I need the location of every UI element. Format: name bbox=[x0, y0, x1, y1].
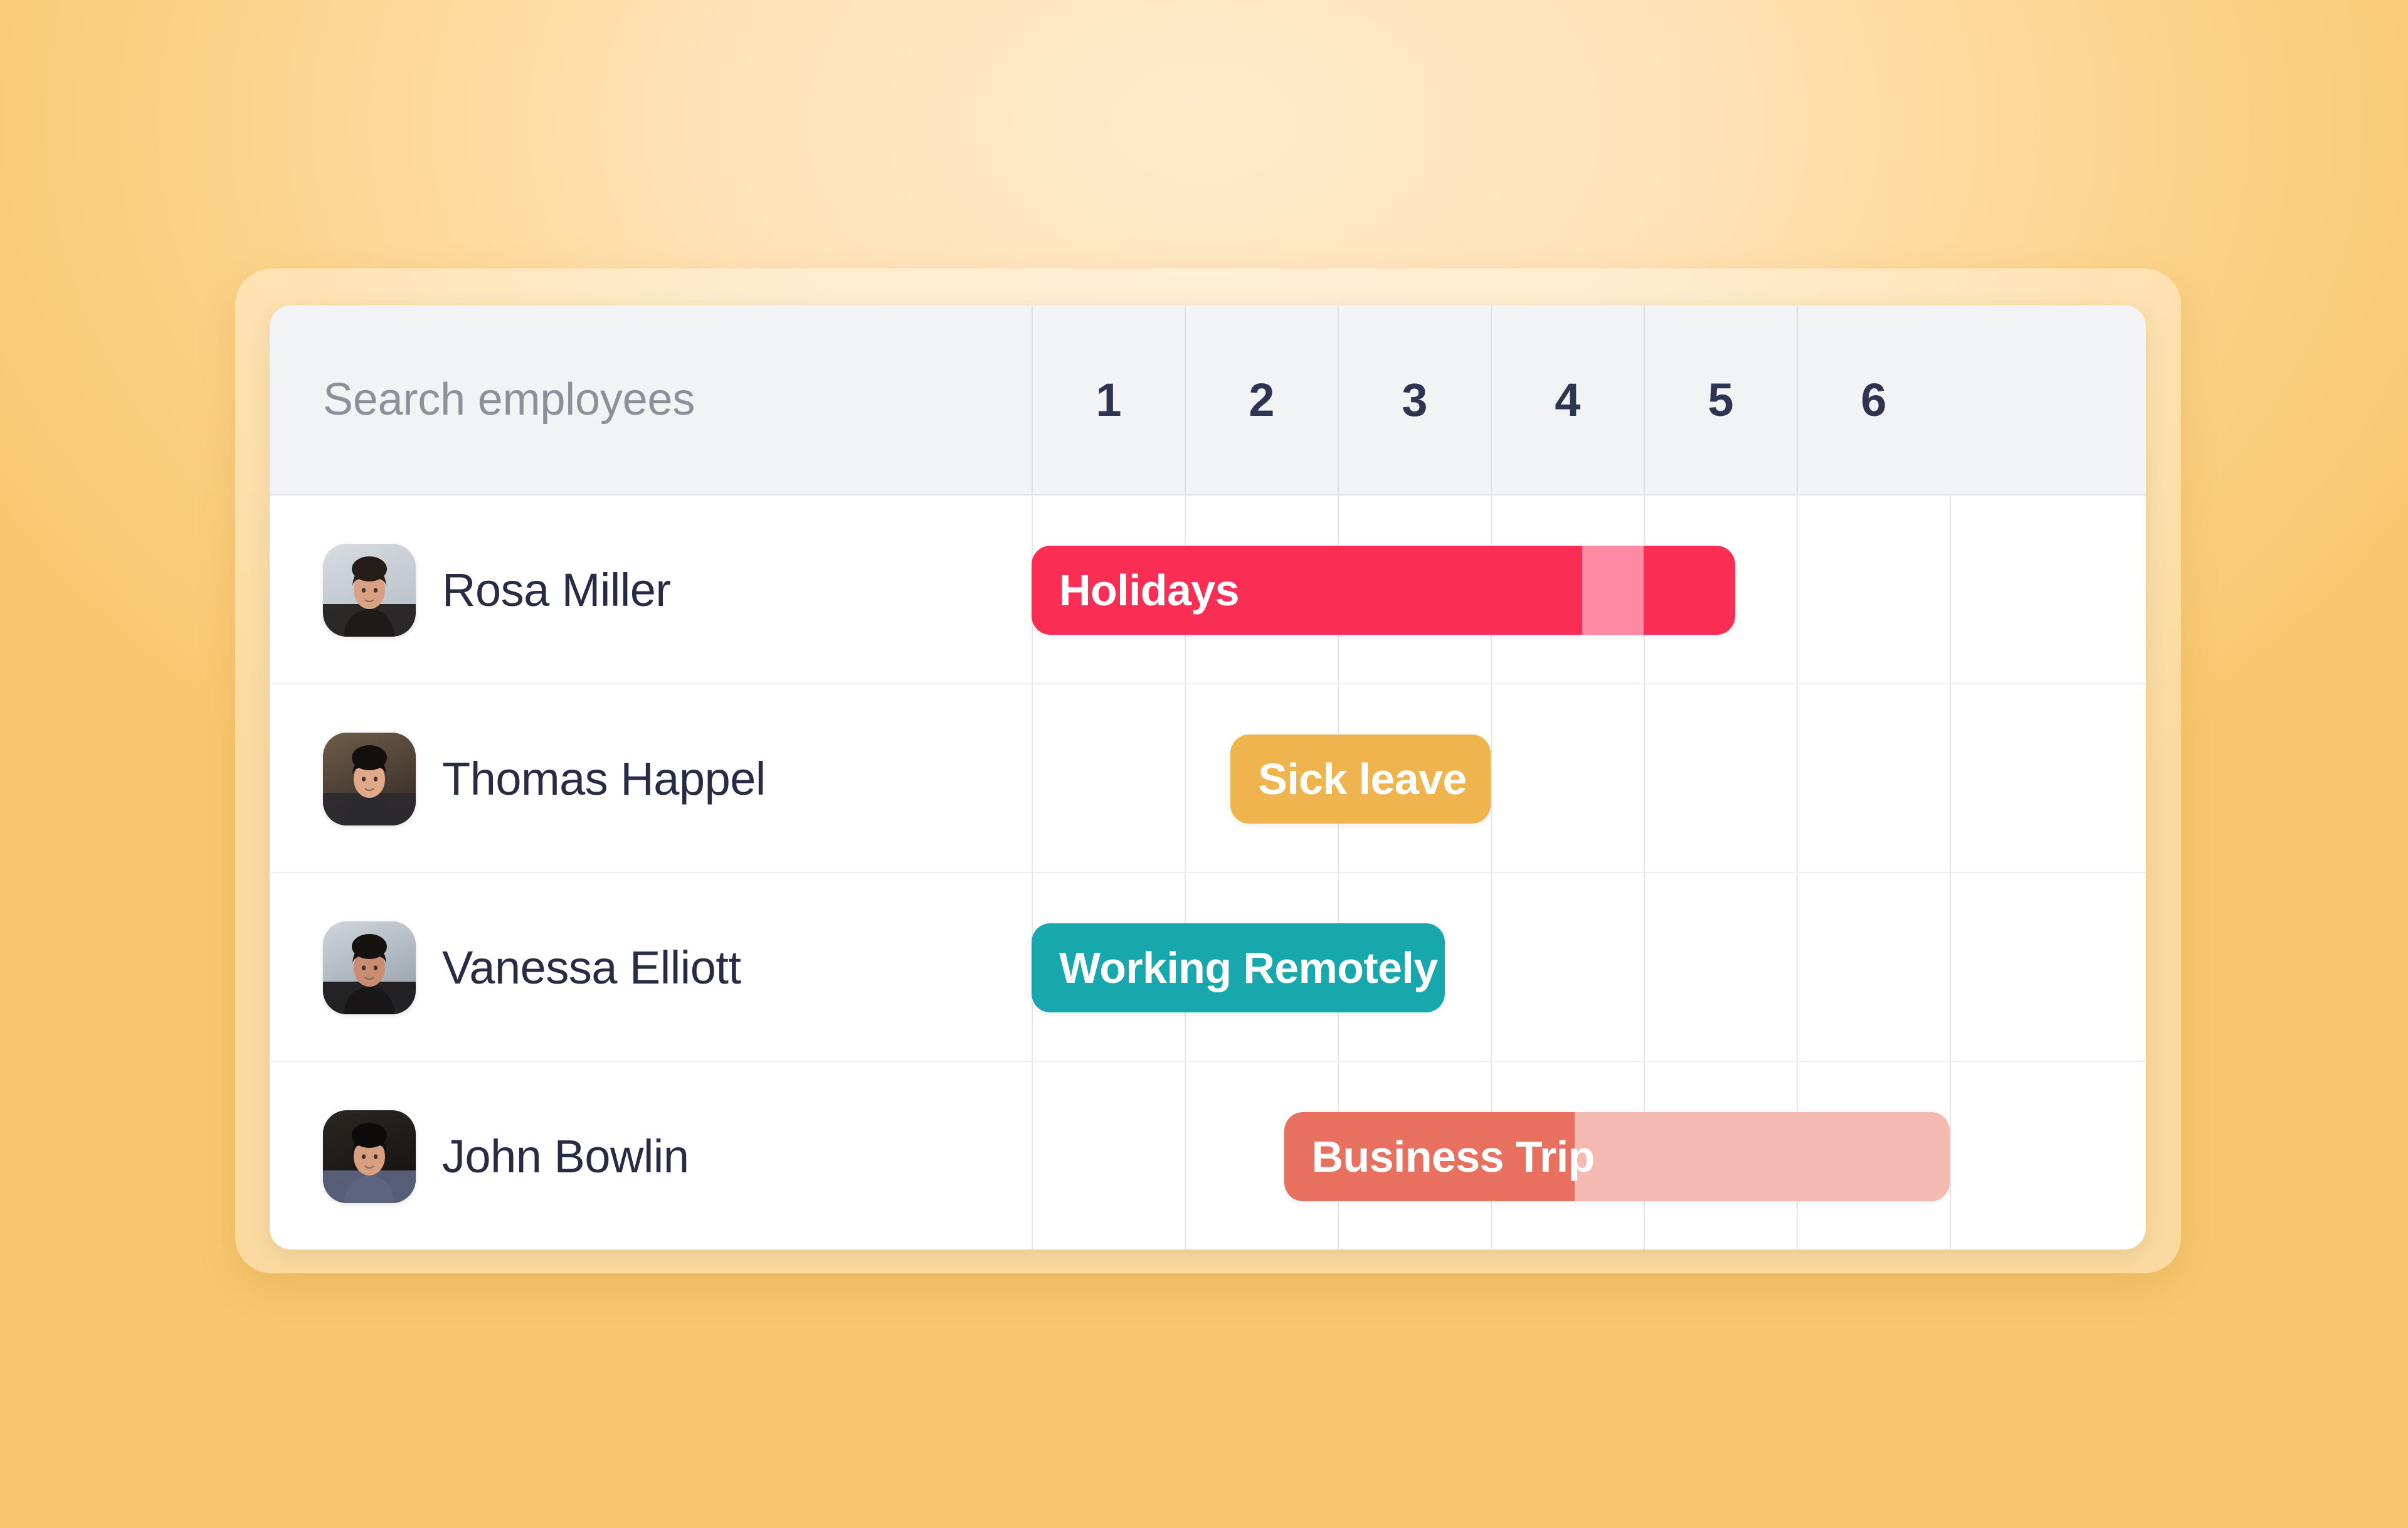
table-row[interactable]: Vanessa Elliott Working Remotely bbox=[270, 873, 2146, 1062]
event-label: Business Trip bbox=[1312, 1112, 1595, 1201]
event-segment-light bbox=[1582, 546, 1644, 635]
employee-name: Rosa Miller bbox=[442, 563, 671, 617]
avatar-rosa-miller bbox=[323, 544, 416, 637]
table-row[interactable]: Thomas Happel Sick leave bbox=[270, 684, 2146, 873]
search-input[interactable]: Search employees bbox=[323, 305, 695, 494]
schedule-event-pill[interactable]: Sick leave bbox=[1230, 735, 1491, 824]
event-label: Working Remotely bbox=[1059, 923, 1438, 1012]
day-header-5[interactable]: 5 bbox=[1644, 305, 1797, 494]
employee-cell[interactable]: Vanessa Elliott bbox=[323, 873, 741, 1062]
table-row[interactable]: Rosa Miller Holidays bbox=[270, 496, 2146, 684]
event-label: Sick leave bbox=[1258, 735, 1467, 824]
employee-schedule-card: Search employees 123456 Rosa Miller Holid… bbox=[270, 305, 2146, 1249]
employee-cell[interactable]: John Bowlin bbox=[323, 1062, 689, 1249]
day-header-3[interactable]: 3 bbox=[1338, 305, 1491, 494]
schedule-event-pill[interactable]: Business Trip bbox=[1284, 1112, 1950, 1201]
day-header-1[interactable]: 1 bbox=[1032, 305, 1185, 494]
event-segment-light bbox=[1575, 1112, 1950, 1201]
schedule-event-pill[interactable]: Working Remotely bbox=[1032, 923, 1445, 1012]
day-header-6[interactable]: 6 bbox=[1797, 305, 1950, 494]
employee-name: Thomas Happel bbox=[442, 752, 766, 805]
avatar-john-bowlin bbox=[323, 1110, 416, 1203]
table-row[interactable]: John Bowlin Business Trip bbox=[270, 1062, 2146, 1249]
schedule-event-pill[interactable]: Holidays bbox=[1032, 546, 1735, 635]
employee-name: Vanessa Elliott bbox=[442, 941, 741, 994]
schedule-grid: Search employees 123456 Rosa Miller Holid… bbox=[270, 305, 2146, 1249]
schedule-header-row: Search employees 123456 bbox=[270, 305, 2146, 496]
page-background: Search employees 123456 Rosa Miller Holid… bbox=[0, 0, 2408, 1528]
day-header-4[interactable]: 4 bbox=[1491, 305, 1644, 494]
event-label: Holidays bbox=[1059, 546, 1239, 635]
avatar-thomas-happel bbox=[323, 733, 416, 825]
employee-name: John Bowlin bbox=[442, 1130, 689, 1183]
employee-cell[interactable]: Thomas Happel bbox=[323, 684, 766, 873]
employee-cell[interactable]: Rosa Miller bbox=[323, 496, 671, 684]
avatar-vanessa-elliott bbox=[323, 921, 416, 1014]
day-header-2[interactable]: 2 bbox=[1185, 305, 1338, 494]
